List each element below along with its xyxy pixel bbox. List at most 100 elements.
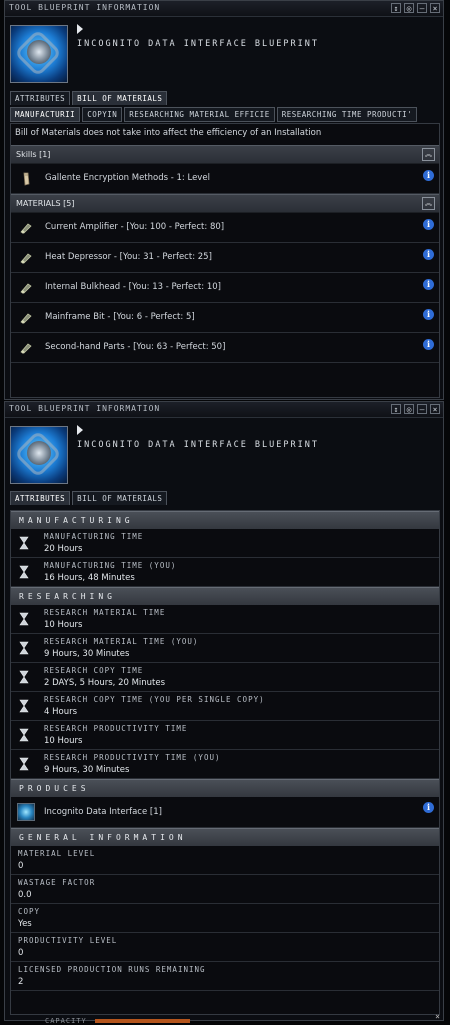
info-icon[interactable]: i bbox=[423, 279, 434, 290]
expand-arrow-icon[interactable] bbox=[77, 425, 83, 435]
blueprint-header: INCOGNITO DATA INTERFACE BLUEPRINT bbox=[5, 418, 443, 488]
subtab-researching-material[interactable]: RESEARCHING MATERIAL EFFICIE bbox=[124, 107, 275, 122]
tab-bill-of-materials[interactable]: BILL OF MATERIALS bbox=[72, 491, 168, 505]
tab-attributes[interactable]: ATTRIBUTES bbox=[10, 491, 71, 505]
info-icon[interactable]: i bbox=[423, 170, 434, 181]
produced-item-row[interactable]: Incognito Data Interface [1] i bbox=[11, 797, 439, 828]
tab-bill-of-materials[interactable]: BILL OF MATERIALS bbox=[72, 91, 168, 105]
window-titlebar[interactable]: TOOL BLUEPRINT INFORMATION ↕ ◎ — × bbox=[5, 402, 443, 418]
attribute-key: RESEARCH MATERIAL TIME bbox=[44, 608, 166, 617]
attribute-row: MANUFACTURING TIME (YOU) 16 Hours, 48 Mi… bbox=[11, 558, 439, 587]
pin-icon[interactable]: ◎ bbox=[404, 404, 414, 414]
general-value: Yes bbox=[18, 919, 32, 929]
attribute-row: RESEARCH PRODUCTIVITY TIME (YOU) 9 Hours… bbox=[11, 750, 439, 779]
attribute-value: 2 DAYS, 5 Hours, 20 Minutes bbox=[44, 678, 166, 688]
general-key: COPY bbox=[18, 907, 41, 916]
material-row[interactable]: Internal Bulkhead - [You: 13 - Perfect: … bbox=[11, 273, 439, 303]
general-value: 0.0 bbox=[18, 890, 32, 900]
manufacturing-section-header[interactable]: MANUFACTURING bbox=[11, 511, 439, 529]
attribute-key: RESEARCH COPY TIME bbox=[44, 666, 144, 675]
attribute-row: RESEARCH MATERIAL TIME (YOU) 9 Hours, 30… bbox=[11, 634, 439, 663]
material-component-icon bbox=[20, 223, 32, 234]
info-icon[interactable]: i bbox=[423, 249, 434, 260]
info-icon[interactable]: i bbox=[423, 802, 434, 813]
hourglass-icon bbox=[19, 536, 29, 550]
window-title: TOOL BLUEPRINT INFORMATION bbox=[9, 3, 161, 12]
blueprint-name: INCOGNITO DATA INTERFACE BLUEPRINT bbox=[77, 39, 319, 49]
product-icon bbox=[17, 803, 35, 821]
minimize-button[interactable]: — bbox=[417, 404, 427, 414]
skills-section-header[interactable]: Skills [1] ︽ bbox=[11, 145, 439, 164]
attribute-key: MANUFACTURING TIME bbox=[44, 532, 144, 541]
material-label: Internal Bulkhead - [You: 13 - Perfect: … bbox=[45, 282, 221, 292]
general-value: 0 bbox=[18, 861, 24, 871]
efficiency-note: Bill of Materials does not take into aff… bbox=[15, 128, 322, 138]
general-row: PRODUCTIVITY LEVEL 0 bbox=[11, 933, 439, 962]
hourglass-icon bbox=[19, 699, 29, 713]
produced-item-label: Incognito Data Interface [1] bbox=[44, 807, 162, 817]
attributes-panel: MANUFACTURING MANUFACTURING TIME 20 Hour… bbox=[10, 510, 440, 1015]
pin-icon[interactable]: ◎ bbox=[404, 3, 414, 13]
material-row[interactable]: Heat Depressor - [You: 31 - Perfect: 25]… bbox=[11, 243, 439, 273]
produces-section-header[interactable]: PRODUCES bbox=[11, 779, 439, 797]
info-icon[interactable]: i bbox=[423, 219, 434, 230]
attribute-value: 9 Hours, 30 Minutes bbox=[44, 765, 130, 775]
material-label: Current Amplifier - [You: 100 - Perfect:… bbox=[45, 222, 225, 232]
material-row[interactable]: Current Amplifier - [You: 100 - Perfect:… bbox=[11, 213, 439, 243]
attribute-value: 4 Hours bbox=[44, 707, 78, 717]
blueprint-info-window-attributes: TOOL BLUEPRINT INFORMATION ↕ ◎ — × INCOG… bbox=[4, 401, 444, 1021]
hourglass-icon bbox=[19, 757, 29, 771]
material-label: Mainframe Bit - [You: 6 - Perfect: 5] bbox=[45, 312, 195, 322]
window-title: TOOL BLUEPRINT INFORMATION bbox=[9, 404, 161, 413]
attribute-row: RESEARCH MATERIAL TIME 10 Hours bbox=[11, 605, 439, 634]
resize-icon[interactable]: ↕ bbox=[391, 3, 401, 13]
attribute-key: RESEARCH COPY TIME (YOU PER SINGLE COPY) bbox=[44, 695, 265, 704]
collapse-icon[interactable]: ︽ bbox=[422, 148, 435, 161]
attribute-key: RESEARCH PRODUCTIVITY TIME (YOU) bbox=[44, 753, 221, 762]
hourglass-icon bbox=[19, 565, 29, 579]
window-titlebar[interactable]: TOOL BLUEPRINT INFORMATION ↕ ◎ — × bbox=[5, 1, 443, 17]
tab-attributes[interactable]: ATTRIBUTES bbox=[10, 91, 71, 105]
general-key: MATERIAL LEVEL bbox=[18, 849, 96, 858]
expand-arrow-icon[interactable] bbox=[77, 24, 83, 34]
blueprint-icon[interactable] bbox=[10, 25, 68, 83]
general-key: PRODUCTIVITY LEVEL bbox=[18, 936, 118, 945]
bom-panel: Bill of Materials does not take into aff… bbox=[10, 123, 440, 398]
subtab-researching-time[interactable]: RESEARCHING TIME PRODUCTI' bbox=[276, 107, 418, 122]
subtab-copying[interactable]: COPYIN bbox=[82, 107, 123, 122]
materials-header-label: MATERIALS [5] bbox=[16, 199, 75, 208]
material-row[interactable]: Second-hand Parts - [You: 63 - Perfect: … bbox=[11, 333, 439, 363]
general-key: WASTAGE FACTOR bbox=[18, 878, 96, 887]
attribute-value: 10 Hours bbox=[44, 736, 83, 746]
material-component-icon bbox=[20, 313, 32, 324]
resize-icon[interactable]: ↕ bbox=[391, 404, 401, 414]
blueprint-header: INCOGNITO DATA INTERFACE BLUEPRINT bbox=[5, 17, 443, 87]
materials-section-header[interactable]: MATERIALS [5] ︽ bbox=[11, 194, 439, 213]
attribute-row: RESEARCH PRODUCTIVITY TIME 10 Hours bbox=[11, 721, 439, 750]
close-button[interactable]: × bbox=[430, 3, 440, 13]
attribute-key: RESEARCH MATERIAL TIME (YOU) bbox=[44, 637, 199, 646]
material-component-icon bbox=[20, 343, 32, 354]
attribute-value: 20 Hours bbox=[44, 544, 83, 554]
close-icon[interactable]: × bbox=[432, 1012, 443, 1022]
hourglass-icon bbox=[19, 670, 29, 684]
general-value: 0 bbox=[18, 948, 24, 958]
info-icon[interactable]: i bbox=[423, 339, 434, 350]
general-information-section-header[interactable]: GENERAL INFORMATION bbox=[11, 828, 439, 846]
skill-row[interactable]: Gallente Encryption Methods - 1: Level i bbox=[11, 164, 439, 194]
close-button[interactable]: × bbox=[430, 404, 440, 414]
bom-subtabs: MANUFACTURII COPYIN RESEARCHING MATERIAL… bbox=[10, 107, 418, 122]
blueprint-name: INCOGNITO DATA INTERFACE BLUEPRINT bbox=[77, 440, 319, 450]
info-icon[interactable]: i bbox=[423, 309, 434, 320]
collapse-icon[interactable]: ︽ bbox=[422, 197, 435, 210]
subtab-manufacturing[interactable]: MANUFACTURII bbox=[10, 107, 81, 122]
hourglass-icon bbox=[19, 641, 29, 655]
attribute-row: MANUFACTURING TIME 20 Hours bbox=[11, 529, 439, 558]
attribute-key: RESEARCH PRODUCTIVITY TIME bbox=[44, 724, 188, 733]
minimize-button[interactable]: — bbox=[417, 3, 427, 13]
blueprint-icon[interactable] bbox=[10, 426, 68, 484]
main-tabs: ATTRIBUTES BILL OF MATERIALS bbox=[10, 91, 168, 105]
material-component-icon bbox=[20, 283, 32, 294]
researching-section-header[interactable]: RESEARCHING bbox=[11, 587, 439, 605]
material-row[interactable]: Mainframe Bit - [You: 6 - Perfect: 5] i bbox=[11, 303, 439, 333]
